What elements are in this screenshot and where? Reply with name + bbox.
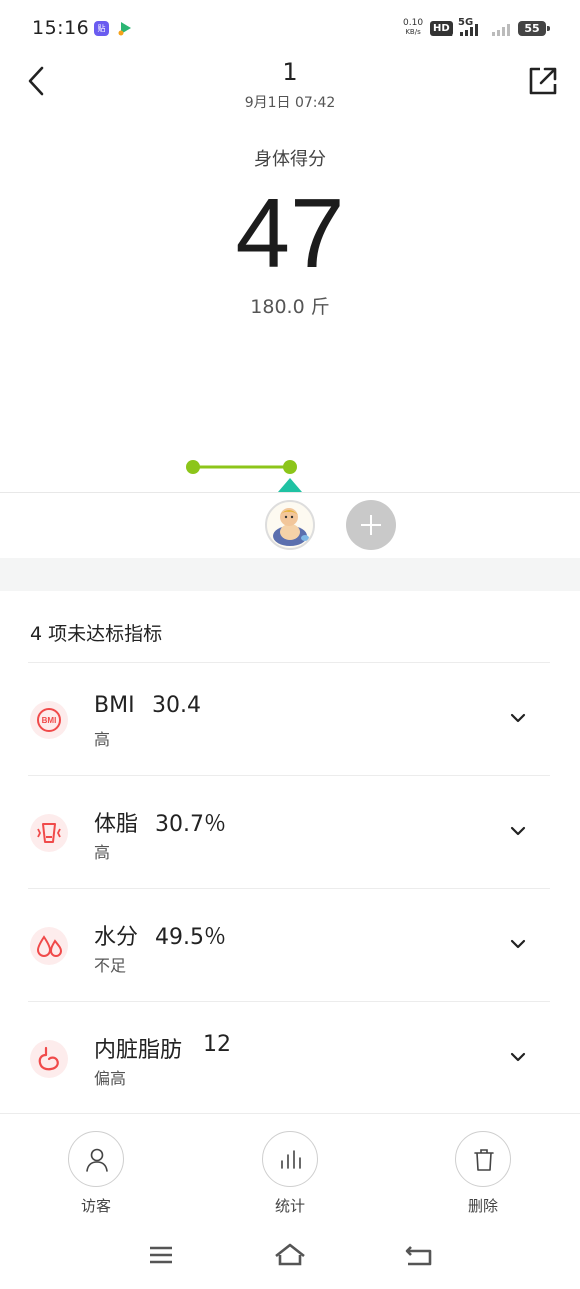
- metric-row-bmi[interactable]: BMI BMI 30.4 高: [28, 662, 550, 774]
- signal-sim2-icon: [492, 22, 514, 36]
- app-notification-icon: 贴: [94, 21, 109, 36]
- metric-row-body-fat[interactable]: 体脂 30.7％ 高: [28, 775, 550, 887]
- avatar-image-icon: [273, 508, 309, 546]
- metric-status: 不足: [94, 956, 127, 975]
- network-speed: 0.10 KB/s: [403, 18, 424, 37]
- page-title: 1: [282, 58, 298, 86]
- statistics-label: 统计: [274, 1197, 305, 1215]
- section-separator: [0, 558, 580, 591]
- video-app-icon: [118, 22, 131, 36]
- metric-row-visceral-fat[interactable]: 内脏脂肪 12 偏高: [28, 1001, 550, 1113]
- record-datetime: 9月1日 07:42: [244, 95, 336, 111]
- user-avatar[interactable]: [265, 500, 315, 550]
- metric-name: 内脏脂肪: [94, 1038, 183, 1063]
- bottom-divider: [0, 1113, 580, 1114]
- bmi-icon: BMI: [30, 701, 68, 739]
- current-marker: [278, 478, 302, 492]
- delete-button[interactable]: 删除: [428, 1131, 538, 1216]
- metric-status: 高: [94, 730, 111, 749]
- visceral-fat-icon: [30, 1040, 68, 1078]
- status-time: 15:16: [32, 17, 90, 39]
- metric-row-water[interactable]: 水分 49.5％ 不足: [28, 888, 550, 1000]
- metric-value: 49.5％: [155, 925, 226, 950]
- metric-value: 12: [203, 1032, 231, 1057]
- add-user-button[interactable]: [346, 500, 396, 550]
- metric-name: BMI: [94, 693, 135, 718]
- metric-name: 体脂: [94, 812, 139, 837]
- chart-divider: [0, 492, 580, 493]
- share-icon[interactable]: [524, 62, 562, 100]
- section-title: 4 项未达标指标: [30, 623, 163, 645]
- system-nav-bar: [0, 1230, 580, 1280]
- trend-point-1: [186, 460, 200, 474]
- score-value: 47: [235, 178, 345, 288]
- home-icon[interactable]: [273, 1240, 307, 1270]
- delete-label: 删除: [467, 1197, 498, 1215]
- metric-status: 偏高: [94, 1069, 127, 1088]
- visitor-label: 访客: [80, 1197, 111, 1215]
- hd-sim-index: 1: [448, 29, 454, 38]
- chevron-down-icon: [510, 713, 526, 723]
- trend-chart: [186, 460, 302, 492]
- water-drops-icon: [30, 927, 68, 965]
- metric-name: 水分: [94, 925, 139, 950]
- score-label: 身体得分: [254, 149, 326, 170]
- chevron-down-icon: [510, 1052, 526, 1062]
- signal-icon: [460, 22, 482, 36]
- svg-text:BMI: BMI: [42, 716, 57, 725]
- statistics-button[interactable]: 统计: [235, 1131, 345, 1216]
- statistics-icon: [281, 1150, 301, 1169]
- back-nav-icon[interactable]: [402, 1240, 436, 1270]
- visitor-button[interactable]: 访客: [41, 1131, 151, 1216]
- trend-point-2: [283, 460, 297, 474]
- chevron-down-icon: [510, 826, 526, 836]
- weight-value: 180.0 斤: [250, 296, 330, 318]
- trash-icon: [474, 1149, 494, 1171]
- menu-icon[interactable]: [144, 1240, 178, 1270]
- plus-icon: [361, 515, 381, 535]
- chevron-down-icon: [510, 939, 526, 949]
- metric-status: 高: [94, 843, 111, 862]
- status-bar: 15:16 贴 0.10 KB/s HD 1 5G 55: [0, 0, 580, 58]
- metric-value: 30.7％: [155, 812, 226, 837]
- metric-value: 30.4: [152, 693, 201, 718]
- visitor-icon: [86, 1148, 108, 1172]
- battery-icon: 55: [518, 21, 550, 36]
- body-fat-icon: [30, 814, 68, 852]
